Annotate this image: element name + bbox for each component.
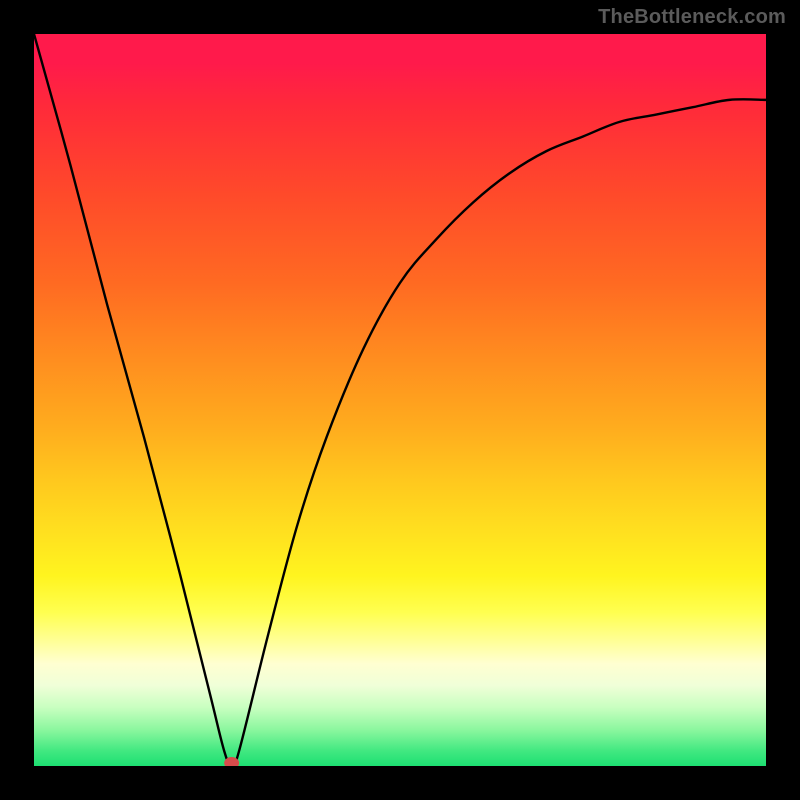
chart-root: { "attribution": "TheBottleneck.com", "c… bbox=[0, 0, 800, 800]
curve-path bbox=[34, 34, 766, 766]
minimum-marker-icon bbox=[225, 758, 239, 767]
bottleneck-curve bbox=[34, 34, 766, 766]
attribution-text: TheBottleneck.com bbox=[598, 6, 786, 29]
plot-area bbox=[34, 34, 766, 766]
